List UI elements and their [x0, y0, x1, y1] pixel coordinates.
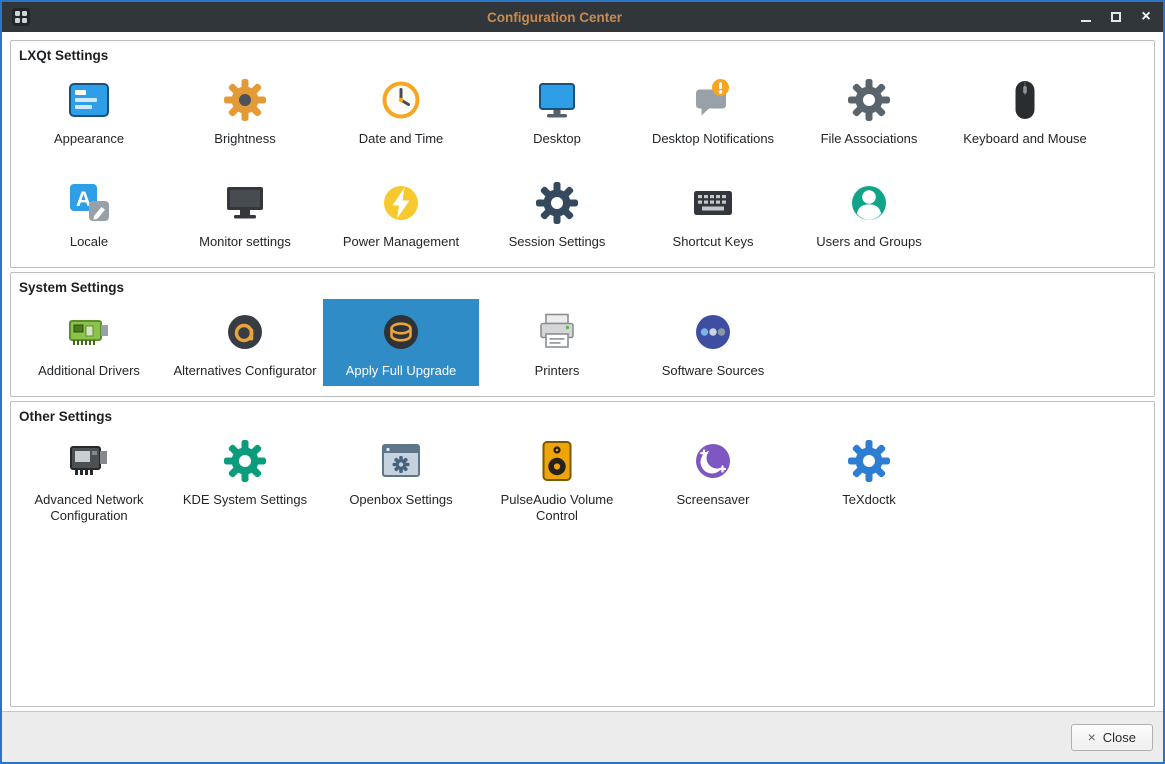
- file-associations-icon: [845, 76, 893, 124]
- session-settings-icon: [533, 179, 581, 227]
- printers-icon: [533, 308, 581, 356]
- brightness-icon: [221, 76, 269, 124]
- configuration-center-window: Configuration Center × LXQt Settings App…: [0, 0, 1165, 764]
- settings-item-label: KDE System Settings: [182, 492, 308, 507]
- settings-item-label: Shortcut Keys: [672, 234, 754, 249]
- settings-item-label: Additional Drivers: [38, 363, 140, 378]
- settings-item-label: TeXdoctk: [842, 492, 896, 507]
- settings-item-label: Desktop: [533, 131, 581, 146]
- lxqt-settings-grid: Appearance Brightness Date and Time Desk…: [11, 65, 1154, 257]
- maximize-button[interactable]: [1109, 9, 1123, 25]
- minimize-button[interactable]: [1079, 9, 1093, 25]
- settings-item-screensaver[interactable]: Screensaver: [635, 428, 791, 515]
- settings-item-brightness[interactable]: Brightness: [167, 67, 323, 154]
- maximize-icon: [1111, 12, 1121, 22]
- apply-full-upgrade-icon: [377, 308, 425, 356]
- advanced-network-configuration-icon: [65, 437, 113, 485]
- locale-icon: A: [65, 179, 113, 227]
- settings-item-label: Brightness: [214, 131, 276, 146]
- settings-item-appearance[interactable]: Appearance: [11, 67, 167, 154]
- system-settings-grid: Additional Drivers Alternatives Configur…: [11, 297, 1154, 386]
- section-other-settings: Other Settings Advanced Network Configur…: [10, 401, 1155, 707]
- close-button[interactable]: × Close: [1070, 723, 1153, 751]
- settings-item-label: Date and Time: [358, 131, 444, 146]
- settings-item-shortcut-keys[interactable]: Shortcut Keys: [635, 170, 791, 257]
- appearance-icon: [65, 76, 113, 124]
- settings-item-date-time[interactable]: Date and Time: [323, 67, 479, 154]
- settings-item-desktop[interactable]: Desktop: [479, 67, 635, 154]
- svg-text:A: A: [76, 188, 91, 211]
- kde-system-settings-icon: [221, 437, 269, 485]
- shortcut-keys-icon: [689, 179, 737, 227]
- settings-item-keyboard-mouse[interactable]: Keyboard and Mouse: [947, 67, 1103, 154]
- settings-item-label: Users and Groups: [816, 234, 922, 249]
- settings-item-label: Session Settings: [508, 234, 606, 249]
- settings-item-label: Openbox Settings: [349, 492, 453, 507]
- close-x-icon: ×: [1087, 729, 1096, 745]
- settings-item-label: Appearance: [53, 131, 125, 146]
- pulseaudio-volume-control-icon: [533, 437, 581, 485]
- settings-item-alternatives-configurator[interactable]: Alternatives Configurator: [167, 299, 323, 386]
- section-title-other-settings: Other Settings: [19, 409, 113, 424]
- window-title: Configuration Center: [487, 9, 622, 25]
- settings-item-users-groups[interactable]: Users and Groups: [791, 170, 947, 257]
- settings-item-locale[interactable]: A Locale: [11, 170, 167, 257]
- desktop-notifications-icon: [689, 76, 737, 124]
- section-title-system-settings: System Settings: [19, 280, 125, 295]
- settings-item-label: File Associations: [820, 131, 918, 146]
- power-management-icon: [377, 179, 425, 227]
- settings-item-power-management[interactable]: Power Management: [323, 170, 479, 257]
- settings-item-label: Desktop Notifications: [651, 131, 775, 146]
- users-groups-icon: [845, 179, 893, 227]
- settings-item-kde-system-settings[interactable]: KDE System Settings: [167, 428, 323, 515]
- settings-item-monitor-settings[interactable]: Monitor settings: [167, 170, 323, 257]
- settings-item-pulseaudio-volume-control[interactable]: PulseAudio Volume Control: [479, 428, 635, 531]
- window-controls: ×: [1079, 9, 1153, 25]
- minimize-icon: [1081, 20, 1091, 22]
- settings-item-label: Apply Full Upgrade: [345, 363, 457, 378]
- close-button-label: Close: [1102, 729, 1136, 745]
- settings-item-advanced-network-configuration[interactable]: Advanced Network Configuration: [11, 428, 167, 531]
- settings-item-label: Alternatives Configurator: [173, 363, 317, 378]
- settings-item-label: Locale: [69, 234, 109, 249]
- alternatives-configurator-icon: [221, 308, 269, 356]
- date-time-icon: [377, 76, 425, 124]
- section-title-lxqt-settings: LXQt Settings: [19, 48, 109, 63]
- settings-item-label: Keyboard and Mouse: [963, 131, 1087, 146]
- additional-drivers-icon: [65, 308, 113, 356]
- window-logo-icon: [12, 8, 30, 26]
- settings-item-file-associations[interactable]: File Associations: [791, 67, 947, 154]
- content-area: LXQt Settings Appearance Brightness Date…: [2, 32, 1163, 711]
- texdoctk-icon: [845, 437, 893, 485]
- section-system-settings: System Settings Additional Drivers Alter…: [10, 272, 1155, 397]
- other-settings-grid: Advanced Network Configuration KDE Syste…: [11, 426, 1154, 531]
- settings-item-session-settings[interactable]: Session Settings: [479, 170, 635, 257]
- settings-item-label: Monitor settings: [199, 234, 291, 249]
- close-window-button[interactable]: ×: [1139, 9, 1153, 25]
- settings-item-desktop-notifications[interactable]: Desktop Notifications: [635, 67, 791, 154]
- settings-item-label: PulseAudio Volume Control: [500, 492, 614, 523]
- software-sources-icon: [689, 308, 737, 356]
- monitor-settings-icon: [221, 179, 269, 227]
- settings-item-software-sources[interactable]: Software Sources: [635, 299, 791, 386]
- screensaver-icon: [689, 437, 737, 485]
- settings-item-printers[interactable]: Printers: [479, 299, 635, 386]
- settings-item-label: Screensaver: [676, 492, 750, 507]
- settings-item-label: Advanced Network Configuration: [34, 492, 144, 523]
- settings-item-label: Power Management: [342, 234, 460, 249]
- settings-item-label: Printers: [534, 363, 580, 378]
- section-lxqt-settings: LXQt Settings Appearance Brightness Date…: [10, 40, 1155, 268]
- desktop-icon: [533, 76, 581, 124]
- titlebar[interactable]: Configuration Center ×: [2, 2, 1163, 32]
- settings-item-additional-drivers[interactable]: Additional Drivers: [11, 299, 167, 386]
- settings-item-openbox-settings[interactable]: Openbox Settings: [323, 428, 479, 515]
- settings-item-texdoctk[interactable]: TeXdoctk: [791, 428, 947, 515]
- openbox-settings-icon: [377, 437, 425, 485]
- settings-item-apply-full-upgrade[interactable]: Apply Full Upgrade: [323, 299, 479, 386]
- keyboard-mouse-icon: [1001, 76, 1049, 124]
- settings-item-label: Software Sources: [661, 363, 765, 378]
- footer-bar: × Close: [2, 711, 1163, 762]
